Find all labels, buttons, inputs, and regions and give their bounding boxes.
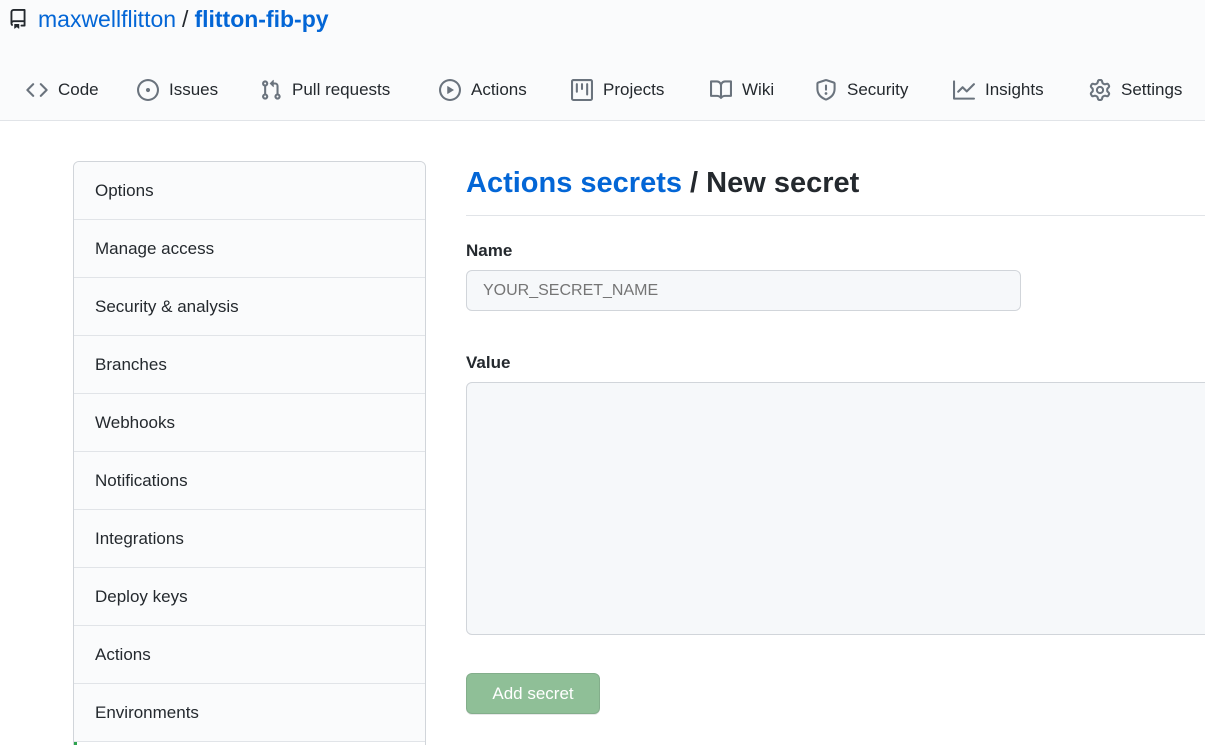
issue-icon [137,79,159,101]
tab-projects-label: Projects [603,80,665,99]
add-secret-button[interactable]: Add secret [466,673,600,714]
pull-request-icon [260,79,282,101]
tab-insights[interactable]: Insights [953,66,1044,114]
repo-tabs: Code Issues Pull requests Actions Projec… [0,66,1205,114]
settings-sidebar: Options Manage access Security & analysi… [73,161,426,745]
secret-value-textarea[interactable] [466,382,1205,635]
tab-security-label: Security [847,80,909,99]
sidebar-item-security-analysis[interactable]: Security & analysis [74,278,425,336]
page-title-text: New secret [706,167,860,199]
repo-owner-link[interactable]: maxwellflitton [38,6,176,33]
tab-settings-label: Settings [1121,80,1183,99]
shield-icon [815,79,837,101]
tab-pull-requests[interactable]: Pull requests [260,66,390,114]
sidebar-item-actions[interactable]: Actions [74,626,425,684]
tab-actions-label: Actions [471,80,527,99]
sidebar-item-options[interactable]: Options [74,162,425,220]
sidebar-item-branches[interactable]: Branches [74,336,425,394]
project-icon [571,79,593,101]
play-icon [439,79,461,101]
repo-separator: / [182,5,189,32]
repo-icon [8,8,28,30]
graph-icon [953,79,975,101]
tab-wiki[interactable]: Wiki [710,66,774,114]
value-label: Value [466,353,511,372]
sidebar-item-webhooks[interactable]: Webhooks [74,394,425,452]
tab-settings[interactable]: Settings [1089,66,1182,114]
sidebar-item-environments[interactable]: Environments [74,684,425,742]
page-title: Actions secrets / New secret [466,167,859,200]
tab-code[interactable]: Code [26,66,99,114]
tab-wiki-label: Wiki [742,80,775,99]
sidebar-item-manage-access[interactable]: Manage access [74,220,425,278]
tab-projects[interactable]: Projects [571,66,664,114]
repo-title: maxwellflitton / flitton-fib-py [8,4,329,34]
tab-insights-label: Insights [985,80,1044,99]
name-label: Name [466,241,513,260]
tab-pull-requests-label: Pull requests [292,80,391,99]
tab-security[interactable]: Security [815,66,908,114]
breadcrumb-separator: / [682,167,707,199]
sidebar-item-integrations[interactable]: Integrations [74,510,425,568]
secret-name-input[interactable] [466,270,1021,311]
title-divider [466,215,1205,216]
tab-issues-label: Issues [169,80,219,99]
tab-code-label: Code [58,80,99,99]
gear-icon [1089,79,1111,101]
tab-actions[interactable]: Actions [439,66,527,114]
sidebar-item-deploy-keys[interactable]: Deploy keys [74,568,425,626]
breadcrumb-actions-secrets[interactable]: Actions secrets [466,167,682,199]
tab-issues[interactable]: Issues [137,66,218,114]
repo-header: maxwellflitton / flitton-fib-py Code Iss… [0,0,1205,121]
sidebar-item-notifications[interactable]: Notifications [74,452,425,510]
book-icon [710,79,732,101]
repo-name-link[interactable]: flitton-fib-py [194,6,328,33]
code-icon [26,79,48,101]
